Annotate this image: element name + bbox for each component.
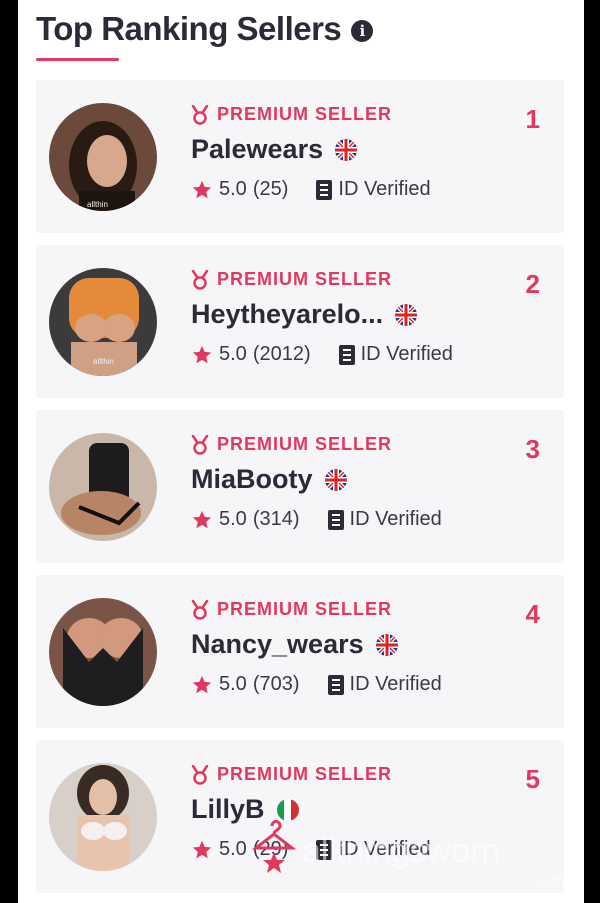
id-card-icon [316,179,333,200]
seller-name[interactable]: Palewears [191,134,323,165]
info-icon[interactable]: i [351,20,374,42]
medal-icon [191,269,209,290]
seller-meta: 5.0 (29) ID Verified [191,838,431,861]
seller-meta: 5.0 (25) ID Verified [191,178,431,201]
badge-label: PREMIUM SELLER [217,764,393,784]
review-count: (703) [252,673,300,695]
uk-flag-icon [335,138,358,161]
premium-badge: PREMIUM SELLER [191,764,392,785]
page: Top Ranking Sellers i allthin PREMIUM SE… [18,0,584,903]
premium-badge: PREMIUM SELLER [191,599,392,620]
rating-value: 5.0 [219,178,247,200]
seller-name-row: MiaBooty [191,464,347,495]
rating-value: 5.0 [219,508,247,530]
medal-icon [191,104,209,125]
section-title: Top Ranking Sellers [36,10,342,47]
seller-name-row: Heytheyarelo... [191,299,418,330]
id-card-icon [327,509,344,530]
rating-value: 5.0 [219,673,247,695]
star-icon [192,345,212,363]
avatar[interactable]: allthin [49,268,157,376]
medal-icon [191,599,209,620]
verified-label: ID Verified [349,673,442,695]
uk-flag-icon [324,468,347,491]
review-count: (2012) [252,343,311,365]
id-card-icon [316,839,333,860]
review-count: (25) [252,178,289,200]
seller-name[interactable]: MiaBooty [191,464,313,495]
rank-number: 4 [525,599,540,629]
star-icon [192,510,212,528]
badge-label: PREMIUM SELLER [217,434,393,454]
italy-flag-icon [276,798,299,821]
seller-card[interactable]: PREMIUM SELLER 3 MiaBooty 5.0 (314) ID V… [36,410,564,563]
title-underline [36,58,119,61]
star-icon [192,840,212,858]
seller-card[interactable]: PREMIUM SELLER 5 LillyB 5.0 (29) ID Veri… [36,740,564,893]
seller-card[interactable]: allthin PREMIUM SELLER 2 Heytheyarelo... [36,245,564,398]
badge-label: PREMIUM SELLER [217,104,393,124]
premium-badge: PREMIUM SELLER [191,269,392,290]
premium-badge: PREMIUM SELLER [191,104,392,125]
seller-card[interactable]: allthin PREMIUM SELLER 1 Palewears 5.0 (… [36,80,564,233]
seller-card[interactable]: PREMIUM SELLER 4 Nancy_wears 5.0 (703) I… [36,575,564,728]
verified-label: ID Verified [338,178,431,200]
rank-number: 3 [525,434,540,464]
section-header: Top Ranking Sellers i [36,10,374,48]
medal-icon [191,434,209,455]
avatar[interactable] [49,433,157,541]
seller-meta: 5.0 (2012) ID Verified [191,343,453,366]
star-icon [192,675,212,693]
verified-label: ID Verified [338,838,431,860]
avatar[interactable] [49,598,157,706]
avatar[interactable]: allthin [49,103,157,211]
svg-text:allthin: allthin [87,200,108,209]
seller-name-row: Nancy_wears [191,629,398,660]
id-card-icon [327,674,344,695]
medal-icon [191,764,209,785]
verified-label: ID Verified [349,508,442,530]
badge-label: PREMIUM SELLER [217,599,393,619]
svg-text:allthin: allthin [93,357,114,366]
review-count: (314) [252,508,300,530]
seller-meta: 5.0 (703) ID Verified [191,673,442,696]
verified-label: ID Verified [360,343,453,365]
seller-name[interactable]: Nancy_wears [191,629,364,660]
rank-number: 2 [525,269,540,299]
rating-value: 5.0 [219,343,247,365]
review-count: (29) [252,838,289,860]
rank-number: 5 [525,764,540,794]
id-card-icon [338,344,355,365]
seller-meta: 5.0 (314) ID Verified [191,508,442,531]
rank-number: 1 [525,104,540,134]
seller-name-row: Palewears [191,134,358,165]
seller-name[interactable]: Heytheyarelo... [191,299,383,330]
uk-flag-icon [375,633,398,656]
premium-badge: PREMIUM SELLER [191,434,392,455]
star-icon [192,180,212,198]
badge-label: PREMIUM SELLER [217,269,393,289]
avatar[interactable] [49,763,157,871]
rating-value: 5.0 [219,838,247,860]
seller-name-row: LillyB [191,794,299,825]
uk-flag-icon [395,303,418,326]
seller-name[interactable]: LillyB [191,794,265,825]
